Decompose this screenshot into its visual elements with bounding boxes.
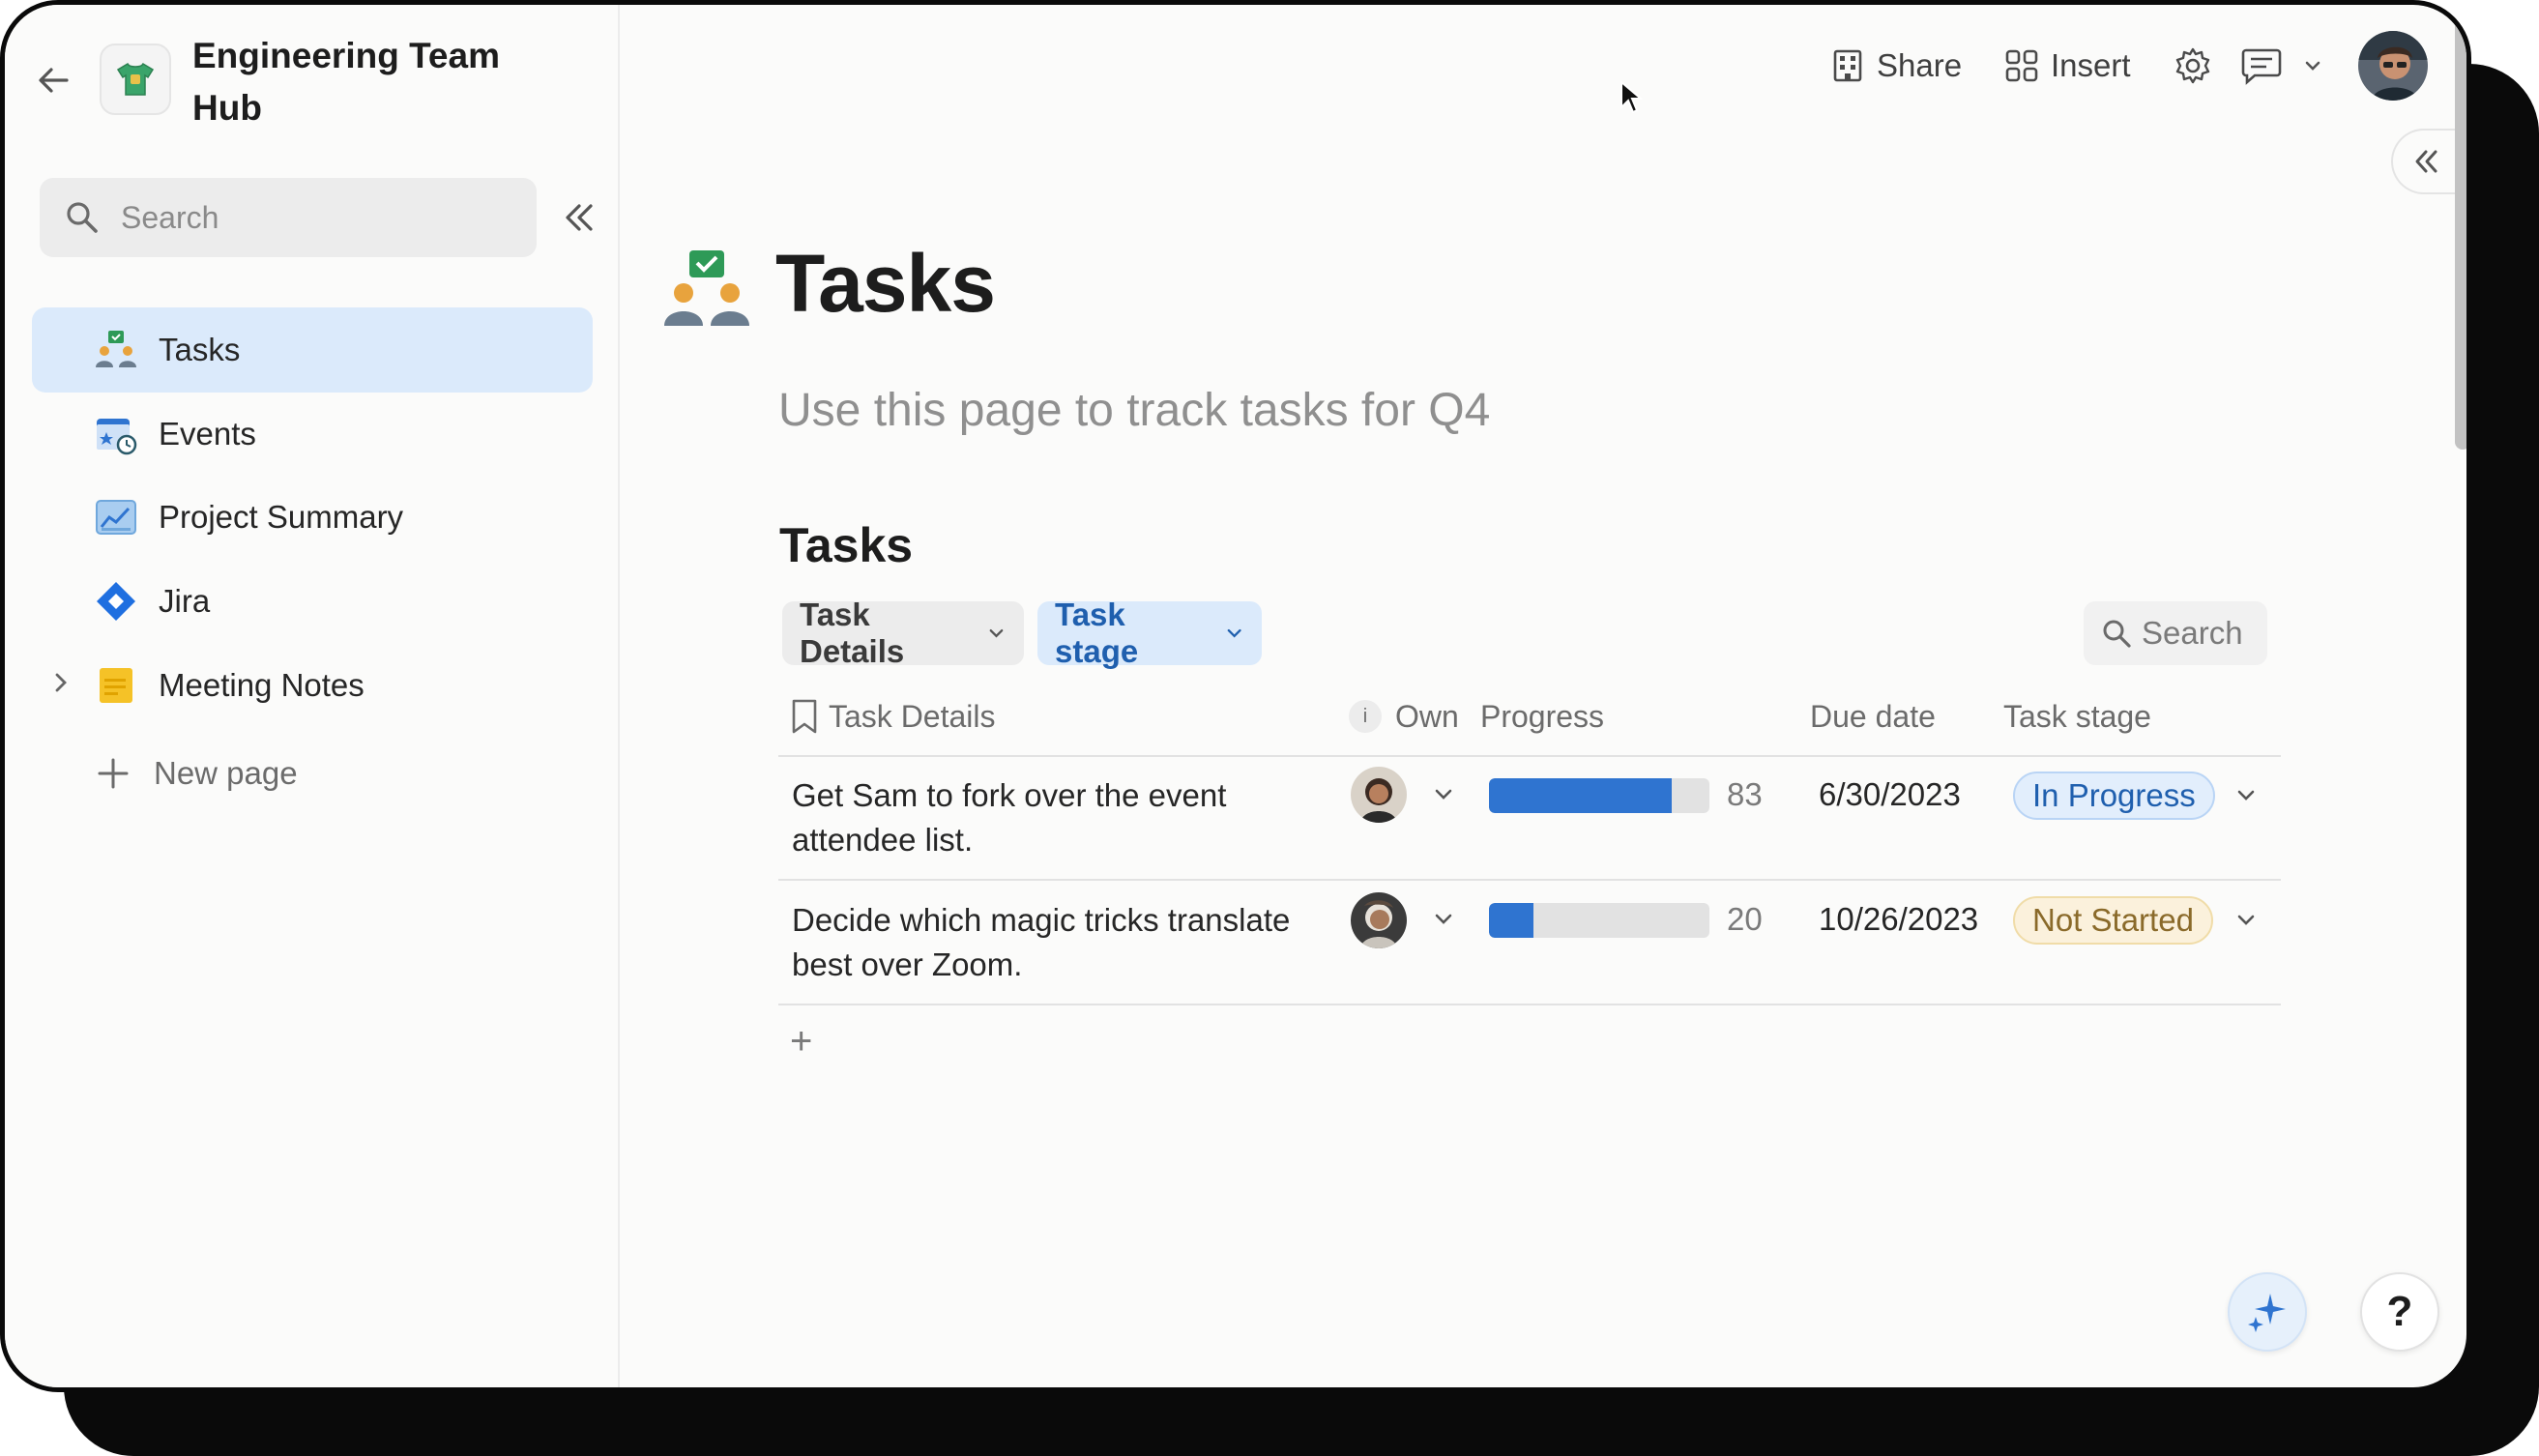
task-stage-filter-chip[interactable]: Task stage — [1037, 597, 1262, 669]
collapse-sidebar-icon[interactable] — [560, 198, 598, 237]
share-button[interactable]: Share — [1830, 42, 1962, 90]
chip-label: Task stage — [1055, 597, 1139, 669]
table-title[interactable]: Tasks — [779, 517, 913, 573]
double-chevron-left-icon — [2415, 150, 2437, 173]
status-badge[interactable]: In Progress — [2013, 772, 2215, 820]
column-header-task-stage[interactable]: Task stage — [2003, 693, 2151, 740]
column-header-label: Task Details — [829, 698, 996, 734]
progress-value: 83 — [1727, 776, 1763, 812]
sidebar-item-tasks[interactable]: Tasks — [32, 307, 593, 393]
chevron-down-icon[interactable] — [2231, 780, 2262, 811]
progress-fill — [1489, 778, 1673, 813]
gear-icon — [2175, 47, 2210, 84]
bookmark-icon — [792, 699, 817, 734]
insert-label: Insert — [2051, 47, 2131, 83]
page-title[interactable]: Tasks — [775, 237, 996, 331]
user-avatar[interactable] — [2358, 31, 2428, 101]
comments-button[interactable] — [2241, 42, 2336, 90]
task-details-filter-chip[interactable]: Task Details — [782, 597, 1024, 669]
sidebar-search-input[interactable]: Search — [40, 178, 537, 257]
sidebar-item-label: Meeting Notes — [159, 667, 365, 703]
chip-label: Task Details — [800, 597, 905, 669]
table-search-button[interactable]: Search — [2084, 601, 2267, 665]
column-header-owner[interactable]: i Own — [1349, 693, 1459, 740]
chevron-right-icon[interactable] — [51, 670, 71, 701]
column-header-progress[interactable]: Progress — [1480, 693, 1604, 740]
jira-diamond-icon — [94, 579, 138, 624]
column-header-label: Task stage — [2003, 698, 2151, 734]
search-icon — [2103, 620, 2131, 648]
progress-fill — [1489, 903, 1533, 938]
due-date-cell[interactable]: 10/26/2023 — [1819, 901, 1978, 938]
progress-value: 20 — [1727, 901, 1763, 937]
team-check-icon — [94, 328, 138, 372]
back-arrow-icon[interactable] — [34, 61, 73, 100]
column-header-task-details[interactable]: Task Details — [790, 693, 996, 740]
owner-avatar[interactable] — [1351, 767, 1407, 823]
sticky-note-icon — [94, 663, 138, 708]
page-subtitle[interactable]: Use this page to track tasks for Q4 — [778, 384, 1490, 437]
add-row-button[interactable]: + — [790, 1022, 812, 1061]
column-header-label: Due date — [1810, 698, 1936, 734]
column-header-label: Progress — [1480, 698, 1605, 734]
sidebar-item-label: Jira — [159, 583, 211, 619]
scrollbar[interactable] — [2455, 5, 2466, 450]
sidebar-item-label: Project Summary — [159, 499, 404, 535]
sidebar-item-jira[interactable]: Jira — [32, 559, 593, 644]
sidebar-item-label: Tasks — [159, 332, 241, 367]
due-date-cell[interactable]: 6/30/2023 — [1819, 776, 1961, 813]
info-icon: i — [1349, 700, 1382, 733]
table-search-label: Search — [2142, 615, 2243, 651]
task-details-cell[interactable]: Decide which magic tricks translate best… — [792, 898, 1314, 987]
chevron-down-icon[interactable] — [1429, 780, 1458, 809]
sidebar-item-meeting-notes[interactable]: Meeting Notes — [32, 643, 593, 728]
chevron-down-icon — [989, 628, 1004, 638]
sparkle-icon — [2248, 1294, 2286, 1332]
chevron-down-icon[interactable] — [2301, 54, 2324, 77]
progress-bar — [1489, 903, 1709, 938]
owner-avatar[interactable] — [1351, 892, 1407, 948]
search-icon — [67, 202, 98, 233]
search-placeholder: Search — [121, 199, 219, 235]
sidebar-item-events[interactable]: Events — [32, 392, 593, 477]
chevron-down-icon[interactable] — [1429, 905, 1458, 934]
team-check-icon — [664, 250, 749, 326]
status-badge[interactable]: Not Started — [2013, 896, 2213, 945]
table-header-divider — [778, 755, 2281, 757]
plus-icon — [98, 758, 129, 789]
help-button[interactable]: ? — [2360, 1272, 2439, 1352]
new-page-label: New page — [154, 755, 298, 791]
insert-button[interactable]: Insert — [2004, 42, 2131, 90]
doc-title[interactable]: Engineering Team Hub — [192, 30, 579, 134]
calendar-clock-icon — [94, 412, 138, 456]
share-building-icon — [1833, 49, 1862, 82]
sidebar-item-project-summary[interactable]: Project Summary — [32, 475, 593, 560]
doc-logo[interactable] — [100, 44, 171, 115]
task-details-cell[interactable]: Get Sam to fork over the event attendee … — [792, 773, 1314, 862]
share-label: Share — [1877, 47, 1963, 83]
comment-icon — [2241, 48, 2282, 85]
right-panel-toggle[interactable] — [2391, 129, 2459, 194]
table-row-divider — [778, 879, 2281, 881]
chevron-down-icon[interactable] — [2231, 905, 2262, 936]
app-window: Engineering Team Hub Search Tasks Events… — [0, 0, 2471, 1392]
chevron-down-icon — [1227, 628, 1241, 638]
chart-icon — [94, 495, 138, 539]
tshirt-logo-icon — [116, 62, 155, 96]
sidebar-item-label: Events — [159, 416, 256, 451]
ai-assistant-button[interactable] — [2228, 1272, 2307, 1352]
new-page-button[interactable]: New page — [94, 749, 298, 798]
column-header-due-date[interactable]: Due date — [1810, 693, 1936, 740]
column-header-label: Own — [1395, 698, 1459, 734]
mouse-cursor-icon — [1620, 80, 1643, 114]
table-row-divider — [778, 1004, 2281, 1005]
grid-plus-icon — [2005, 49, 2038, 82]
progress-bar — [1489, 778, 1709, 813]
sidebar: Engineering Team Hub Search Tasks Events… — [5, 5, 620, 1387]
settings-button[interactable] — [2174, 42, 2224, 90]
